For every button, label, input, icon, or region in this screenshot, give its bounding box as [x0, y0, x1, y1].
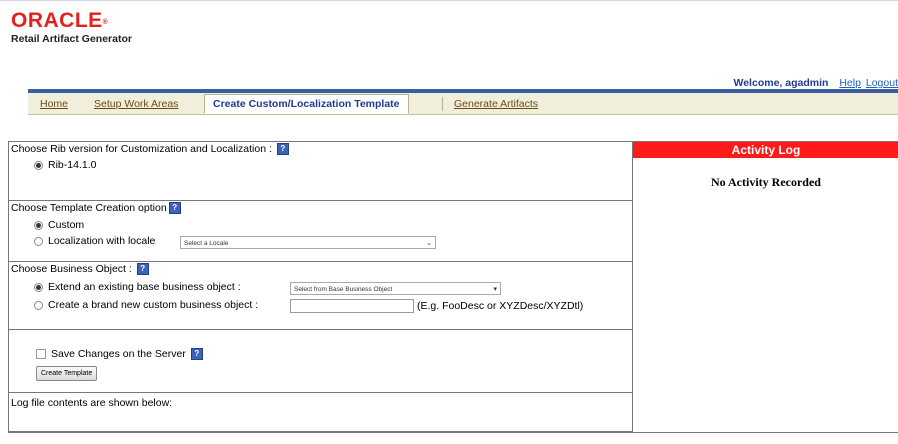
- help-icon[interactable]: ?: [136, 263, 149, 276]
- radio-button[interactable]: [34, 282, 43, 292]
- business-object-section: Choose Business Object : ? Extend an exi…: [9, 262, 633, 330]
- radio-button[interactable]: [34, 236, 43, 246]
- create-new-option-label: Create a brand new custom business objec…: [48, 299, 259, 311]
- save-checkbox[interactable]: [36, 349, 46, 360]
- tab-separator: [442, 97, 443, 111]
- template-option-label: Choose Template Creation option?: [11, 202, 181, 215]
- rib-option-label: Rib-14.1.0: [48, 159, 97, 171]
- create-template-button[interactable]: Create Template: [36, 366, 98, 381]
- tab-create-template[interactable]: Create Custom/Localization Template: [204, 94, 409, 114]
- rib-version-section: Choose Rib version for Customization and…: [9, 142, 633, 201]
- help-link[interactable]: Help: [839, 77, 861, 89]
- save-on-server-option[interactable]: Save Changes on the Server ?: [36, 348, 203, 361]
- business-object-label: Choose Business Object : ?: [11, 263, 149, 276]
- user-bar: Welcome, agadmin Help Logout: [734, 77, 898, 89]
- extend-option-label: Extend an existing base business object …: [48, 281, 241, 293]
- custom-option-label: Custom: [48, 219, 85, 231]
- save-section: Save Changes on the Server ? Create Temp…: [9, 330, 633, 393]
- base-object-select-value: Select from Base Business Object: [294, 286, 393, 293]
- radio-button[interactable]: [34, 220, 43, 230]
- help-icon[interactable]: ?: [190, 348, 203, 361]
- base-object-select[interactable]: Select from Base Business Object ▾: [290, 282, 501, 295]
- localization-option[interactable]: Localization with locale: [34, 235, 155, 247]
- radio-button[interactable]: [34, 300, 43, 310]
- welcome-text: Welcome, agadmin: [733, 77, 829, 89]
- log-section: Log file contents are shown below:: [9, 393, 633, 433]
- activity-log-empty-text: No Activity Recorded: [711, 175, 821, 189]
- rib-option[interactable]: Rib-14.1.0: [34, 159, 96, 171]
- example-hint: (E.g. FooDesc or XYZDesc/XYZDtl): [417, 300, 584, 312]
- oracle-logo: ORACLE® Retail Artifact Generator: [11, 10, 132, 45]
- logo-wordmark: ORACLE®: [11, 9, 109, 32]
- tab-home[interactable]: Home: [32, 95, 76, 113]
- tab-setup-work-areas[interactable]: Setup Work Areas: [86, 95, 186, 113]
- save-label: Save Changes on the Server: [51, 348, 186, 360]
- activity-log-title: Activity Log: [633, 142, 898, 158]
- tab-bar: Home Setup Work Areas Create Custom/Loca…: [28, 93, 898, 115]
- chevron-down-icon: ▾: [493, 286, 497, 293]
- create-new-option[interactable]: Create a brand new custom business objec…: [34, 299, 258, 311]
- custom-object-name-input[interactable]: [290, 299, 414, 313]
- help-icon[interactable]: ?: [276, 143, 289, 156]
- app-name: Retail Artifact Generator: [11, 33, 132, 45]
- radio-button[interactable]: [34, 160, 43, 170]
- log-label: Log file contents are shown below:: [11, 397, 173, 409]
- logout-link[interactable]: Logout: [866, 77, 898, 89]
- locale-select[interactable]: Select a Locale ⌄: [180, 236, 436, 249]
- top-divider: [0, 0, 898, 1]
- tab-generate-artifacts[interactable]: Generate Artifacts: [446, 95, 546, 113]
- chevron-down-icon: ⌄: [426, 240, 432, 247]
- bottom-divider: [8, 432, 898, 433]
- locale-select-value: Select a Locale: [184, 240, 229, 247]
- extend-option[interactable]: Extend an existing base business object …: [34, 281, 241, 293]
- rib-version-label: Choose Rib version for Customization and…: [11, 143, 289, 156]
- help-icon[interactable]: ?: [168, 202, 181, 215]
- localization-option-label: Localization with locale: [48, 235, 156, 247]
- template-option-section: Choose Template Creation option? Custom …: [9, 201, 633, 262]
- activity-log-panel: Activity Log No Activity Recorded: [632, 141, 898, 432]
- custom-option[interactable]: Custom: [34, 219, 84, 231]
- template-form: Choose Rib version for Customization and…: [8, 141, 633, 433]
